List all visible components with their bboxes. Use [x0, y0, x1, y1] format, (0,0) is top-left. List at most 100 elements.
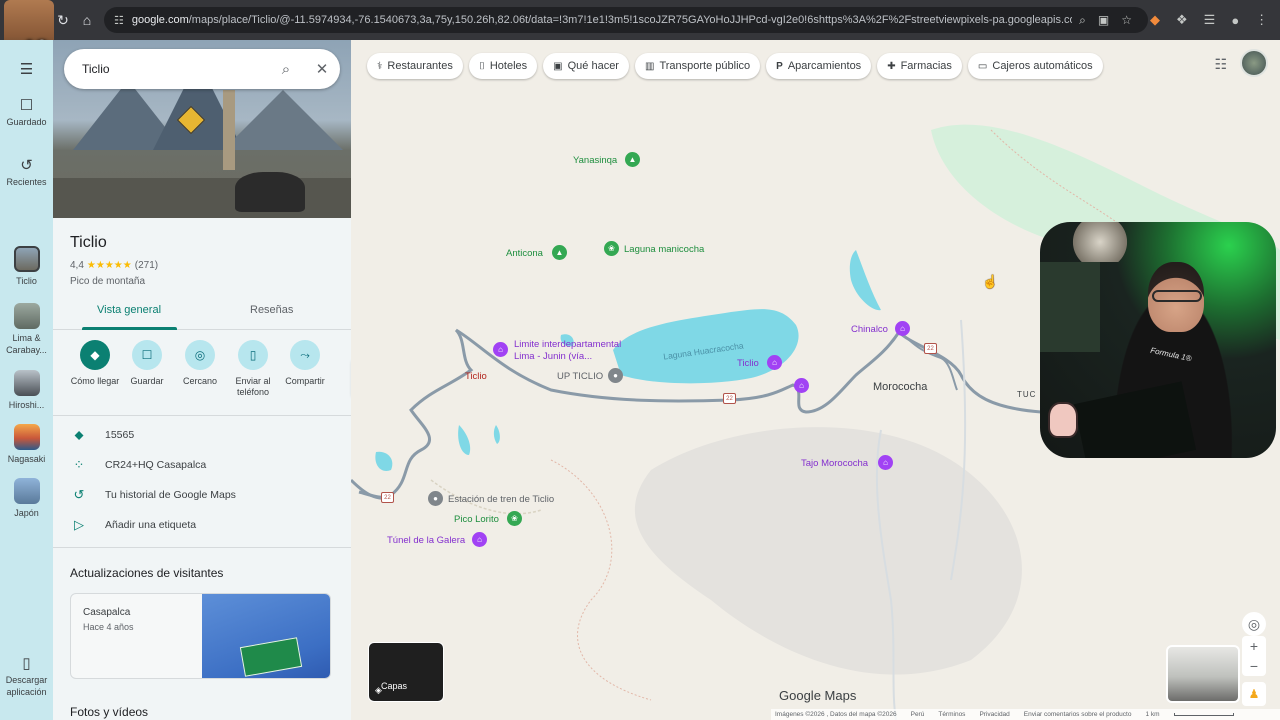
- chip-restaurants[interactable]: ⚕ Restaurantes: [367, 53, 463, 79]
- pegman-icon[interactable]: ♟: [1242, 682, 1266, 706]
- route-shield-label: 22: [927, 345, 934, 352]
- landmark-pin-icon[interactable]: ⌂: [493, 342, 508, 357]
- info-row-address[interactable]: ⬥ 15565: [53, 420, 351, 450]
- camera-icon: ▣: [553, 60, 563, 72]
- map-label-up-ticlio[interactable]: UP TICLIO: [557, 371, 603, 382]
- visitor-update-card[interactable]: Casapalca Hace 4 años: [70, 593, 331, 679]
- street-view-thumbnail[interactable]: [1166, 645, 1240, 703]
- zoom-in-button[interactable]: +: [1242, 636, 1266, 656]
- map-label-yanasinqa[interactable]: Yanasinqa: [573, 155, 617, 166]
- plus-code-icon: ⁘: [73, 457, 85, 472]
- ticlio-thumbnail: [13, 246, 40, 272]
- rail-item-download-app[interactable]: ▯ Descargar aplicación: [0, 656, 53, 698]
- info-row-add-label[interactable]: ▷ Añadir una etiqueta: [53, 510, 351, 540]
- chip-transit[interactable]: ▥ Transporte público: [634, 53, 761, 79]
- plush-toy: [1048, 402, 1078, 438]
- mountain-pin-icon[interactable]: ▲: [625, 152, 640, 167]
- reading-list-icon[interactable]: ☰: [1204, 12, 1216, 28]
- my-location-icon[interactable]: ◎: [1242, 612, 1266, 636]
- save-button[interactable]: ☐ Guardar: [119, 340, 175, 387]
- motorcycle: [235, 172, 305, 212]
- footer-country[interactable]: Perú: [911, 711, 925, 718]
- rail-item-japan[interactable]: Japón: [0, 478, 53, 519]
- update-photo[interactable]: [202, 594, 330, 678]
- chip-pharmacies[interactable]: ✚ Farmacias: [877, 53, 962, 79]
- mouse-cursor-icon: ☝: [982, 274, 999, 289]
- close-icon[interactable]: ✕: [304, 60, 340, 78]
- chip-things-to-do[interactable]: ▣ Qué hacer: [543, 53, 629, 79]
- map-label-laguna-manicocha[interactable]: Laguna manicocha: [624, 244, 704, 255]
- map-label-limite[interactable]: Limite interdepartamental Lima - Junin (…: [514, 339, 634, 363]
- map-label-anticona[interactable]: Anticona: [506, 248, 543, 259]
- map-label-ticlio[interactable]: Ticlio: [737, 358, 759, 369]
- site-info-icon[interactable]: ☷: [114, 14, 124, 27]
- keyboard: [1073, 381, 1197, 458]
- menu-icon[interactable]: ⋮: [1255, 12, 1268, 28]
- extension-icon[interactable]: ◆: [1150, 12, 1160, 28]
- zoom-out-button[interactable]: −: [1242, 656, 1266, 676]
- tab-overview[interactable]: Vista general: [97, 304, 161, 316]
- footer-privacy-link[interactable]: Privacidad: [979, 711, 1009, 718]
- rail-item-recents[interactable]: ↺ Recientes: [0, 158, 53, 188]
- nearby-button[interactable]: ◎ Cercano: [172, 340, 228, 387]
- chip-atms[interactable]: ▭ Cajeros automáticos: [967, 53, 1103, 79]
- home-icon[interactable]: ⌂: [76, 5, 98, 35]
- landmark-pin-icon[interactable]: ⌂: [794, 378, 809, 393]
- landmark-pin-icon[interactable]: ⌂: [895, 321, 910, 336]
- hiroshima-thumbnail: [13, 370, 40, 396]
- landmark-pin-icon[interactable]: ⌂: [472, 532, 487, 547]
- map-label-tajo-morococha[interactable]: Tajo Morococha: [801, 458, 868, 469]
- rail-item-hiroshima[interactable]: Hiroshi...: [0, 370, 53, 411]
- google-apps-icon[interactable]: ☷: [1214, 56, 1227, 73]
- landmark-pin-icon[interactable]: ⌂: [878, 455, 893, 470]
- chip-hotels[interactable]: ⌷ Hoteles: [468, 53, 538, 79]
- info-row-plus-code[interactable]: ⁘ CR24+HQ Casapalca: [53, 450, 351, 480]
- mountain-pin-icon[interactable]: ▲: [552, 245, 567, 260]
- map-label-estacion[interactable]: Estación de tren de Ticlio: [448, 494, 554, 505]
- place-pin-icon[interactable]: ●: [608, 368, 623, 383]
- share-button[interactable]: ⤳ Compartir: [277, 340, 333, 387]
- info-row-history[interactable]: ↺ Tu historial de Google Maps: [53, 480, 351, 510]
- map-label-pico-lorito[interactable]: Pico Lorito: [454, 514, 499, 525]
- footer-terms-link[interactable]: Términos: [938, 711, 965, 718]
- rail-menu-icon[interactable]: ☰: [0, 62, 53, 80]
- zoom-icon[interactable]: ⌕: [1079, 13, 1086, 28]
- search-icon[interactable]: ⌕: [268, 61, 304, 78]
- train-station-pin-icon[interactable]: ●: [428, 491, 443, 506]
- review-count[interactable]: (271): [135, 260, 158, 271]
- send-to-phone-button[interactable]: ▯ Enviar al teléfono: [225, 340, 281, 398]
- map-label-morococha[interactable]: Morococha: [873, 381, 927, 393]
- selected-place-pin-icon[interactable]: ⌂: [767, 355, 782, 370]
- bookmark-star-icon[interactable]: ☆: [1121, 13, 1132, 27]
- share-icon: ⤳: [290, 340, 320, 370]
- map-label-ticlio-peak[interactable]: Ticlio: [465, 371, 487, 382]
- rail-item-label: Descargar aplicación: [5, 675, 48, 697]
- reload-icon[interactable]: ↻: [52, 5, 74, 35]
- cast-icon[interactable]: ▣: [1098, 13, 1109, 27]
- pin-icon: ⬥: [74, 427, 84, 442]
- extensions-puzzle-icon[interactable]: ❖: [1176, 12, 1188, 28]
- map-label-tuc[interactable]: TUC: [1017, 390, 1036, 399]
- footer-feedback-link[interactable]: Enviar comentarios sobre el producto: [1024, 711, 1132, 718]
- directions-button[interactable]: ◆ Cómo llegar: [67, 340, 123, 387]
- rail-item-nagasaki[interactable]: Nagasaki: [0, 424, 53, 465]
- search-box[interactable]: Ticlio ⌕ ✕: [64, 49, 340, 89]
- google-maps-logo: Google Maps: [779, 688, 857, 703]
- park-pin-icon[interactable]: ❀: [604, 241, 619, 256]
- rail-item-saved[interactable]: ☐ Guardado: [0, 98, 53, 128]
- footer-scale[interactable]: 1 km: [1145, 711, 1159, 718]
- place-type[interactable]: Pico de montaña: [70, 276, 145, 287]
- layers-button[interactable]: ◈ Capas: [368, 642, 444, 702]
- map-label-tunel[interactable]: Túnel de la Galera: [387, 535, 465, 546]
- account-avatar[interactable]: [1240, 49, 1268, 77]
- map-label-chinalco[interactable]: Chinalco: [851, 324, 888, 335]
- chip-parking[interactable]: P Aparcamientos: [766, 53, 872, 79]
- address-bar[interactable]: ☷ google.com/maps/place/Ticlio/@-11.5974…: [104, 7, 1148, 33]
- rail-item-lima[interactable]: Lima & Carabay...: [0, 303, 53, 356]
- search-input[interactable]: Ticlio: [82, 62, 268, 76]
- rail-item-ticlio[interactable]: Ticlio: [0, 246, 53, 287]
- profile-icon[interactable]: ●: [1231, 13, 1239, 28]
- park-pin-icon[interactable]: ❀: [507, 511, 522, 526]
- rail-item-label: Recientes: [6, 177, 47, 187]
- tab-reviews[interactable]: Reseñas: [250, 304, 293, 316]
